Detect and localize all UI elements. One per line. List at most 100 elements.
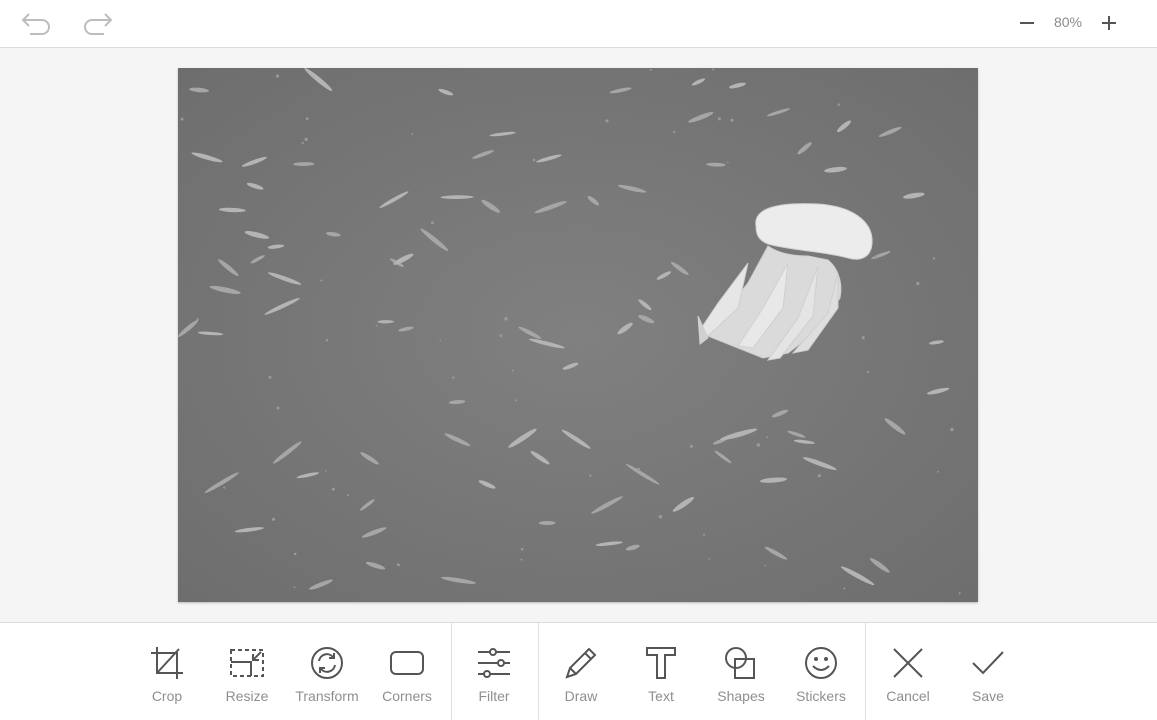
particle [276,406,280,410]
cancel-label: Cancel [886,688,930,704]
particle [320,279,323,282]
particle [726,161,729,164]
particle [511,369,514,372]
particle [866,371,869,374]
particle [499,334,503,338]
draw-label: Draw [564,688,598,704]
draw-button[interactable]: Draw [541,623,621,720]
cancel-button[interactable]: Cancel [868,623,948,720]
filter-button[interactable]: Filter [454,623,534,720]
resize-button[interactable]: Resize [207,623,287,720]
water-background [178,68,978,602]
text-icon [646,647,676,679]
particle [375,325,378,327]
crop-icon [151,647,183,679]
particle [520,547,524,551]
zoom-out-button[interactable] [1010,8,1044,38]
particle [708,557,711,560]
rounded-rect-icon [390,651,424,675]
particle [430,221,434,225]
particle [304,137,308,141]
particle [293,552,297,556]
toolbar-divider [865,623,866,720]
plus-icon [1102,16,1116,30]
particle [605,119,609,123]
particle [843,587,846,590]
corners-button[interactable]: Corners [367,623,447,720]
shapes-label: Shapes [717,688,765,704]
particle [275,74,280,78]
particle [837,103,840,106]
smiley-icon [805,647,837,679]
particle [325,339,329,342]
stickers-label: Stickers [796,688,846,704]
particle [766,436,769,439]
particle [874,255,878,259]
photo-content [178,68,978,602]
particle [673,130,676,134]
particle [452,376,455,379]
particle [301,141,304,144]
particle [712,68,715,71]
transform-button[interactable]: Transform [287,623,367,720]
particle [950,427,954,432]
text-button[interactable]: Text [621,623,701,720]
undo-arrow-icon [21,13,50,35]
particle [649,68,652,71]
stickers-button[interactable]: Stickers [781,623,861,720]
particle [396,563,400,567]
particle [532,158,536,162]
redo-arrow-icon [84,13,113,35]
particle [916,281,920,286]
particle [717,117,721,121]
particle [514,399,517,402]
particle [689,444,694,448]
shapes-button[interactable]: Shapes [701,623,781,720]
particle [861,336,865,340]
close-icon [893,648,923,678]
save-button[interactable]: Save [948,623,1028,720]
particle [324,470,327,472]
resize-icon [230,649,264,677]
sliders-icon [478,648,510,678]
transform-label: Transform [295,688,359,704]
text-label: Text [648,688,674,704]
particle [223,486,226,489]
particle [636,467,641,472]
particle [196,317,199,321]
particle [411,133,414,135]
crop-label: Crop [151,688,183,704]
particle [271,517,276,521]
particle [730,118,734,122]
resize-label: Resize [225,688,269,704]
shapes-icon [725,647,755,679]
corners-label: Corners [382,688,432,704]
crop-button[interactable]: Crop [127,623,207,720]
particle [504,317,508,321]
particle [658,514,663,519]
filter-label: Filter [478,688,510,704]
minus-icon [1020,22,1034,24]
particle [520,558,523,561]
pencil-icon [565,647,597,679]
particle [305,117,309,120]
top-bar: 80% [0,0,1157,48]
particle [958,592,961,595]
particle [180,117,184,121]
save-label: Save [972,688,1004,704]
editable-image[interactable] [178,68,978,602]
particle [331,487,335,491]
toolbar-divider [451,623,452,720]
particle [817,474,821,478]
rotate-icon [311,647,343,679]
particle [937,470,940,473]
particle [756,443,761,447]
redo-button[interactable] [80,8,114,38]
zoom-in-button[interactable] [1092,8,1126,38]
particle [439,339,442,342]
bottom-toolbar: Crop Resize Transform Corners Filter Dra… [0,622,1157,720]
toolbar-divider [538,623,539,720]
particle [589,474,592,477]
particle [293,586,296,589]
undo-button[interactable] [20,8,54,38]
